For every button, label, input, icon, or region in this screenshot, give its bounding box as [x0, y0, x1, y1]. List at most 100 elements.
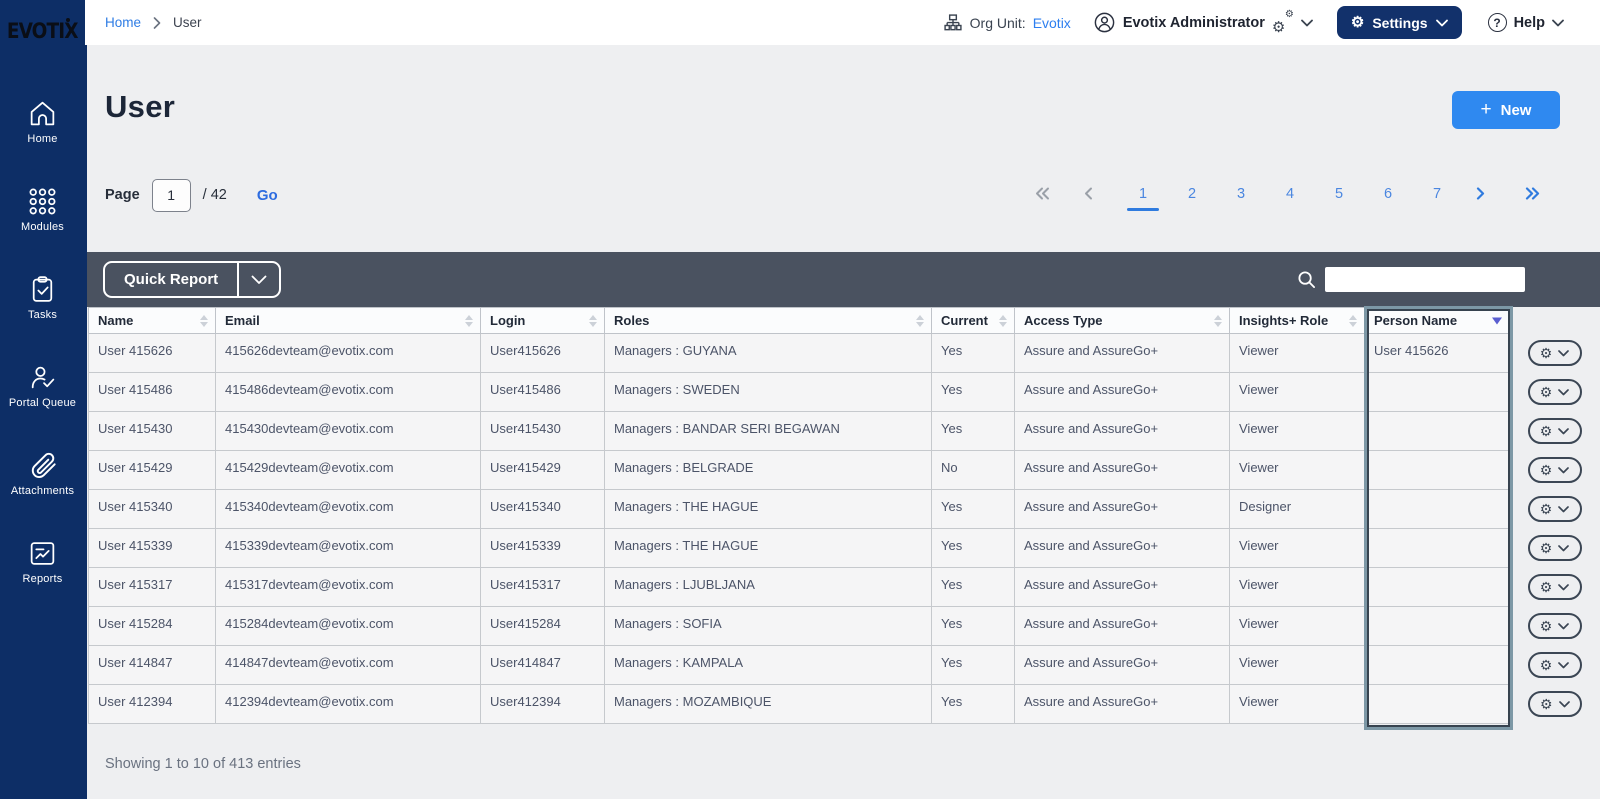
pagination-page-5[interactable]: 5 — [1329, 186, 1349, 205]
cell-current: Yes — [931, 645, 1015, 685]
users-table-wrap: Name Email Login Roles Current Access Ty… — [88, 306, 1599, 730]
sidebar-item-attachments[interactable]: Attachments — [0, 450, 85, 497]
sidebar-item-tasks[interactable]: Tasks — [0, 274, 85, 321]
pagination: 1 2 3 4 5 6 7 — [1035, 186, 1545, 211]
column-header-email[interactable]: Email — [215, 307, 481, 334]
pagination-page-4[interactable]: 4 — [1280, 186, 1300, 205]
row-actions-cell: ⚙ — [1511, 685, 1599, 724]
row-actions-button[interactable]: ⚙ — [1527, 574, 1582, 600]
row-actions-button[interactable]: ⚙ — [1527, 613, 1582, 639]
search-input[interactable] — [1325, 267, 1525, 292]
column-header-roles[interactable]: Roles — [604, 307, 932, 334]
row-actions-button[interactable]: ⚙ — [1527, 535, 1582, 561]
home-icon — [27, 98, 58, 129]
cell-email: 415340devteam@evotix.com — [215, 489, 481, 529]
pagination-page-1[interactable]: 1 — [1127, 186, 1159, 211]
column-header-current[interactable]: Current — [931, 307, 1015, 334]
cell-login: User415626 — [480, 333, 605, 373]
cell-email: 414847devteam@evotix.com — [215, 645, 481, 685]
cell-email: 415430devteam@evotix.com — [215, 411, 481, 451]
quick-report-chevron-icon[interactable] — [239, 263, 279, 296]
row-actions-button[interactable]: ⚙ — [1527, 379, 1582, 405]
row-chevron-down-icon — [1558, 466, 1570, 473]
plus-icon: + — [1480, 98, 1492, 120]
new-button[interactable]: + New — [1452, 91, 1560, 129]
column-header-login[interactable]: Login — [480, 307, 605, 334]
cell-access-type: Assure and AssureGo+ — [1014, 489, 1230, 529]
row-actions-button[interactable]: ⚙ — [1527, 457, 1582, 483]
cell-login: User415339 — [480, 528, 605, 568]
cell-insights-role: Viewer — [1229, 372, 1365, 412]
org-unit-value-link[interactable]: Evotix — [1033, 15, 1071, 31]
cell-email: 415284devteam@evotix.com — [215, 606, 481, 646]
cell-access-type: Assure and AssureGo+ — [1014, 411, 1230, 451]
go-button[interactable]: Go — [257, 187, 278, 204]
column-header-person-name[interactable]: Person Name — [1364, 307, 1511, 334]
page-total: / 42 — [202, 187, 227, 203]
cell-access-type: Assure and AssureGo+ — [1014, 333, 1230, 373]
admin-menu[interactable]: Evotix Administrator ⚙ ⚙ — [1093, 9, 1313, 36]
sort-arrows-icon — [1214, 314, 1222, 327]
column-header-access-type[interactable]: Access Type — [1014, 307, 1230, 334]
topbar-right: Org Unit: Evotix Evotix Administrator ⚙ ⚙… — [943, 6, 1564, 39]
sidebar-item-home[interactable]: Home — [0, 98, 85, 145]
sidebar: EVOTIX Home Modules Tasks Portal Queue A… — [0, 0, 85, 799]
tasks-clipboard-icon — [27, 274, 58, 305]
row-actions-button[interactable]: ⚙ — [1527, 496, 1582, 522]
pagination-page-7[interactable]: 7 — [1427, 186, 1447, 205]
cell-current: Yes — [931, 606, 1015, 646]
row-actions-button[interactable]: ⚙ — [1527, 652, 1582, 678]
column-header-insights-role[interactable]: Insights+ Role — [1229, 307, 1365, 334]
pagination-next-icon[interactable] — [1476, 187, 1496, 203]
help-label: Help — [1513, 14, 1545, 31]
cell-login: User415429 — [480, 450, 605, 490]
cell-current: No — [931, 450, 1015, 490]
breadcrumb-home-link[interactable]: Home — [105, 15, 141, 30]
cell-email: 415429devteam@evotix.com — [215, 450, 481, 490]
portal-queue-person-icon — [27, 362, 58, 393]
user-avatar-icon — [1093, 11, 1116, 34]
cell-email: 415626devteam@evotix.com — [215, 333, 481, 373]
cell-person-name — [1364, 411, 1511, 451]
pagination-page-6[interactable]: 6 — [1378, 186, 1398, 205]
pagination-last-icon[interactable] — [1525, 187, 1545, 203]
page-number-input[interactable] — [151, 178, 191, 212]
org-unit-label: Org Unit: — [969, 14, 1026, 31]
cell-email: 412394devteam@evotix.com — [215, 684, 481, 724]
sort-arrows-icon — [916, 314, 924, 327]
row-actions-cell: ⚙ — [1511, 412, 1599, 451]
pagination-prev-icon[interactable] — [1084, 187, 1104, 203]
pagination-page-3[interactable]: 3 — [1231, 186, 1251, 205]
cell-name: User 415429 — [88, 450, 216, 490]
pagination-page-2[interactable]: 2 — [1182, 186, 1202, 205]
sidebar-item-reports[interactable]: Reports — [0, 538, 85, 585]
row-actions-button[interactable]: ⚙ — [1527, 418, 1582, 444]
cell-current: Yes — [931, 333, 1015, 373]
quick-report-button[interactable]: Quick Report — [103, 261, 282, 298]
top-bar: Home User Org Unit: Evotix Evotix Admini… — [85, 0, 1600, 45]
cell-person-name — [1364, 606, 1511, 646]
row-actions-button[interactable]: ⚙ — [1527, 340, 1582, 366]
help-menu[interactable]: ? Help — [1487, 13, 1564, 32]
sidebar-item-portal-queue[interactable]: Portal Queue — [0, 362, 85, 409]
cell-insights-role: Viewer — [1229, 411, 1365, 451]
table-row: User 415429 415429devteam@evotix.com User4… — [88, 450, 1599, 490]
row-gear-icon: ⚙ — [1539, 696, 1553, 712]
cell-access-type: Assure and AssureGo+ — [1014, 684, 1230, 724]
cell-current: Yes — [931, 567, 1015, 607]
sort-arrows-icon — [200, 314, 208, 327]
cell-login: User415430 — [480, 411, 605, 451]
sidebar-nav: Home Modules Tasks Portal Queue Attachme… — [0, 62, 85, 626]
row-gear-icon: ⚙ — [1539, 501, 1553, 517]
column-header-name[interactable]: Name — [88, 307, 216, 334]
cell-login: User414847 — [480, 645, 605, 685]
modules-grid-icon — [27, 186, 58, 217]
row-chevron-down-icon — [1558, 388, 1570, 395]
row-actions-button[interactable]: ⚙ — [1527, 691, 1582, 717]
row-actions-cell: ⚙ — [1511, 529, 1599, 568]
settings-button[interactable]: ⚙ Settings — [1336, 6, 1462, 39]
pagination-first-icon[interactable] — [1035, 187, 1055, 203]
sidebar-item-modules[interactable]: Modules — [0, 186, 85, 233]
settings-chevron-down-icon — [1435, 19, 1448, 26]
table-row: User 415317 415317devteam@evotix.com User4… — [88, 567, 1599, 607]
